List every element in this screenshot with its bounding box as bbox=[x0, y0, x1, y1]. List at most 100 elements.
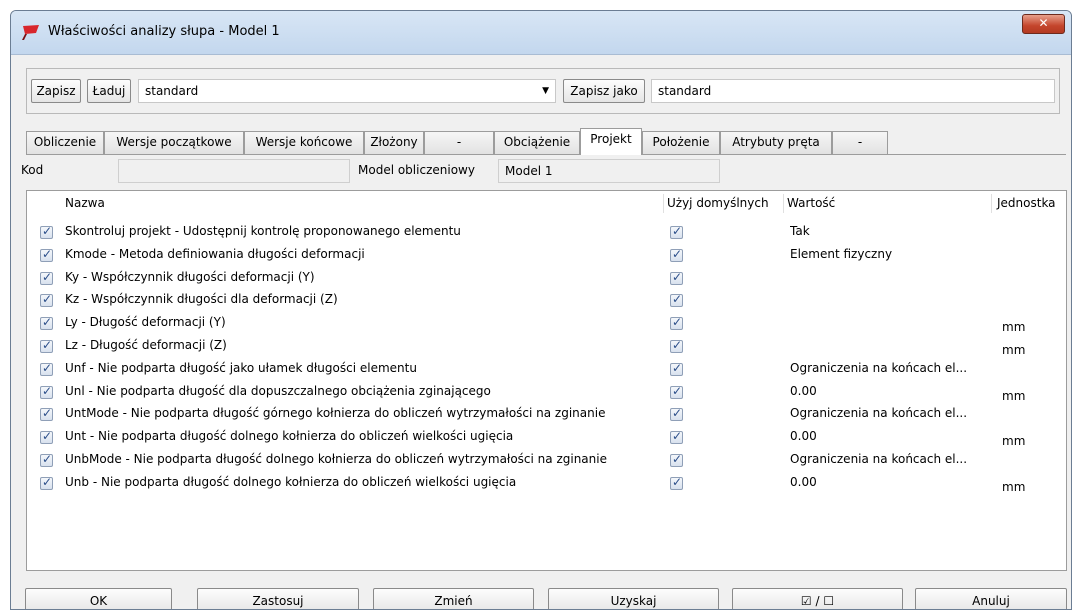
use-default-checkbox[interactable]: ✓ bbox=[670, 338, 683, 353]
close-button[interactable]: ✕ bbox=[1022, 14, 1065, 34]
row-name: UnbMode - Nie podparta długość dolnego k… bbox=[65, 452, 607, 466]
use-default-checkbox[interactable]: ✓ bbox=[670, 315, 683, 331]
checkmark-icon: ✓ bbox=[672, 246, 683, 261]
row-checkbox[interactable]: ✓ bbox=[40, 383, 53, 399]
tab-obliczenie[interactable]: Obliczenie bbox=[26, 131, 104, 154]
checkmark-icon: ✓ bbox=[42, 474, 53, 489]
tab-projekt[interactable]: Projekt bbox=[580, 128, 642, 155]
row-value[interactable]: Ograniczenia na końcach el... bbox=[790, 406, 986, 420]
cancel-button[interactable]: Anuluj bbox=[915, 588, 1067, 609]
table-row[interactable]: ✓ UnbMode - Nie podparta długość dolnego … bbox=[27, 449, 1066, 472]
row-checkbox[interactable]: ✓ bbox=[40, 247, 53, 262]
table-row[interactable]: ✓ Unt - Nie podparta długość dolnego kołn… bbox=[27, 426, 1066, 449]
use-default-checkbox[interactable]: ✓ bbox=[670, 452, 683, 467]
model-label: Model obliczeniowy bbox=[358, 163, 475, 177]
get-button[interactable]: Uzyskaj bbox=[548, 588, 719, 609]
row-checkbox[interactable]: ✓ bbox=[40, 224, 53, 239]
row-name: Unl - Nie podparta długość dla dopuszcza… bbox=[65, 383, 491, 398]
preset-select[interactable]: standard ▼ bbox=[138, 79, 556, 103]
row-name: Unf - Nie podparta długość jako ułamek d… bbox=[65, 360, 417, 375]
column-separator[interactable] bbox=[991, 194, 992, 213]
row-name: Kmode - Metoda definiowania długości def… bbox=[65, 246, 365, 261]
save-as-name-input[interactable]: standard bbox=[651, 79, 1055, 103]
use-default-checkbox[interactable]: ✓ bbox=[670, 292, 683, 308]
row-value[interactable]: 0.00 bbox=[790, 429, 986, 443]
row-checkbox[interactable]: ✓ bbox=[40, 315, 53, 331]
table-row[interactable]: ✓ Kz - Współczynnik długości dla deformac… bbox=[27, 289, 1066, 312]
use-default-checkbox[interactable]: ✓ bbox=[670, 475, 683, 490]
column-header-value[interactable]: Wartość bbox=[787, 191, 835, 216]
tab-wersje-poczatkowe[interactable]: Wersje początkowe bbox=[104, 131, 244, 154]
use-default-checkbox[interactable]: ✓ bbox=[670, 429, 683, 445]
row-value[interactable]: 0.00 bbox=[790, 384, 986, 398]
use-default-checkbox[interactable]: ✓ bbox=[670, 360, 683, 376]
checkmark-icon: ✓ bbox=[672, 406, 683, 421]
row-value[interactable]: Ograniczenia na końcach el... bbox=[790, 452, 986, 466]
use-default-checkbox[interactable]: ✓ bbox=[670, 224, 683, 239]
app-logo-icon bbox=[22, 25, 39, 40]
chevron-down-icon[interactable]: ▼ bbox=[542, 80, 549, 102]
table-row[interactable]: ✓ Ky - Współczynnik długości deformacji (… bbox=[27, 267, 1066, 290]
save-as-button[interactable]: Zapisz jako bbox=[563, 79, 645, 103]
row-checkbox[interactable]: ✓ bbox=[40, 338, 53, 353]
column-header-name[interactable]: Nazwa bbox=[65, 191, 105, 216]
preset-select-value: standard bbox=[145, 84, 199, 98]
checkmark-icon: ✓ bbox=[672, 429, 683, 444]
code-field bbox=[118, 159, 350, 183]
row-name: UntMode - Nie podparta długość górnego k… bbox=[65, 406, 606, 421]
column-header-unit[interactable]: Jednostka bbox=[997, 191, 1056, 216]
row-value[interactable]: Ograniczenia na końcach el... bbox=[790, 361, 986, 375]
column-header-use-default[interactable]: Użyj domyślnych bbox=[667, 191, 769, 216]
checkmark-icon: ✓ bbox=[672, 315, 683, 330]
use-default-checkbox[interactable]: ✓ bbox=[670, 406, 683, 422]
use-default-checkbox[interactable]: ✓ bbox=[670, 246, 683, 262]
tab-atrybuty-preta[interactable]: Atrybuty pręta bbox=[720, 131, 832, 154]
table-row[interactable]: ✓ Unl - Nie podparta długość dla dopuszcz… bbox=[27, 381, 1066, 404]
row-value[interactable]: 0.00 bbox=[790, 475, 986, 489]
apply-button[interactable]: Zastosuj bbox=[197, 588, 359, 609]
row-value[interactable]: Element fizyczny bbox=[790, 247, 986, 261]
ok-button[interactable]: OK bbox=[25, 588, 172, 609]
select-toggle-button[interactable]: ☑ / ☐ bbox=[732, 588, 903, 609]
column-separator[interactable] bbox=[783, 194, 784, 213]
row-name: Skontroluj projekt - Udostępnij kontrolę… bbox=[65, 224, 461, 238]
tab-zlozony[interactable]: Złożony bbox=[364, 131, 424, 154]
row-checkbox[interactable]: ✓ bbox=[40, 429, 53, 445]
checkmark-icon: ✓ bbox=[42, 315, 53, 330]
use-default-checkbox[interactable]: ✓ bbox=[670, 384, 683, 399]
row-name: Unt - Nie podparta długość dolnego kołni… bbox=[65, 429, 514, 444]
save-button[interactable]: Zapisz bbox=[31, 79, 81, 103]
checkmark-icon: ✓ bbox=[42, 383, 53, 398]
row-unit: mm bbox=[1002, 434, 1026, 449]
checkmark-icon: ✓ bbox=[672, 360, 683, 375]
tab-polozenie[interactable]: Położenie bbox=[642, 131, 720, 154]
row-checkbox[interactable]: ✓ bbox=[40, 406, 53, 422]
load-button[interactable]: Ładuj bbox=[87, 79, 131, 103]
tab-placeholder-1[interactable]: - bbox=[424, 131, 494, 154]
checkmark-icon: ✓ bbox=[42, 224, 53, 238]
table-row[interactable]: ✓ Lz - Długość deformacji (Z) ✓ mm bbox=[27, 335, 1066, 358]
table-row[interactable]: ✓ Unb - Nie podparta długość dolnego kołn… bbox=[27, 472, 1066, 495]
tab-divider bbox=[26, 154, 1066, 155]
table-row[interactable]: ✓ Unf - Nie podparta długość jako ułamek … bbox=[27, 358, 1066, 381]
row-checkbox[interactable]: ✓ bbox=[40, 360, 53, 376]
modify-button[interactable]: Zmień bbox=[373, 588, 534, 609]
column-separator[interactable] bbox=[663, 194, 664, 213]
table-row[interactable]: ✓ Ly - Długość deformacji (Y) ✓ mm bbox=[27, 312, 1066, 335]
use-default-checkbox[interactable]: ✓ bbox=[670, 270, 683, 285]
table-row[interactable]: ✓ UntMode - Nie podparta długość górnego … bbox=[27, 403, 1066, 426]
tab-placeholder-2[interactable]: - bbox=[832, 131, 888, 154]
row-checkbox[interactable]: ✓ bbox=[40, 452, 53, 467]
table-row[interactable]: ✓ Skontroluj projekt - Udostępnij kontrol… bbox=[27, 221, 1066, 244]
tab-wersje-koncowe[interactable]: Wersje końcowe bbox=[244, 131, 364, 154]
table-row[interactable]: ✓ Kmode - Metoda definiowania długości de… bbox=[27, 244, 1066, 267]
row-name: Lz - Długość deformacji (Z) bbox=[65, 338, 227, 352]
row-checkbox[interactable]: ✓ bbox=[40, 270, 53, 285]
checkmark-icon: ✓ bbox=[672, 338, 683, 352]
checkmark-icon: ✓ bbox=[42, 360, 53, 375]
tab-obciazenie[interactable]: Obciążenie bbox=[494, 131, 580, 154]
row-checkbox[interactable]: ✓ bbox=[40, 292, 53, 308]
row-value[interactable]: Tak bbox=[790, 224, 986, 238]
row-checkbox[interactable]: ✓ bbox=[40, 474, 53, 490]
row-name: Ly - Długość deformacji (Y) bbox=[65, 315, 226, 330]
